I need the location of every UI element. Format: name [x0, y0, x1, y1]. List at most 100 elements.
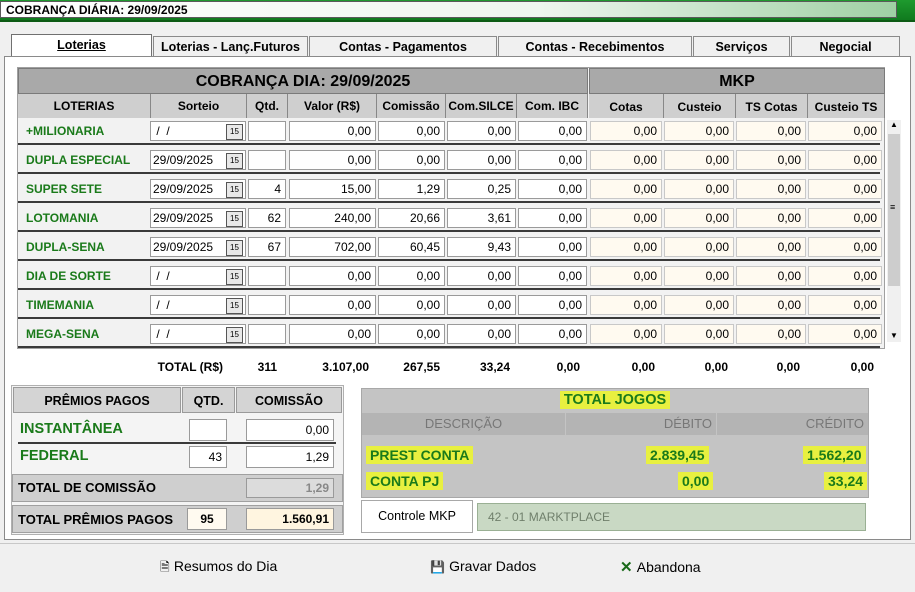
- grid-cell-valor[interactable]: 0,00: [289, 324, 376, 344]
- grid-cell-qtd[interactable]: [248, 121, 286, 141]
- mkp-cell-ts_cotas[interactable]: 0,00: [736, 324, 806, 344]
- sorteio-date-field[interactable]: 29/09/2025 15: [150, 237, 246, 257]
- sorteio-date-field[interactable]: 29/09/2025 15: [150, 150, 246, 170]
- controle-mkp-button[interactable]: Controle MKP: [361, 500, 473, 533]
- mkp-cell-custeio_ts[interactable]: 0,00: [808, 237, 882, 257]
- mkp-cell-custeio_ts[interactable]: 0,00: [808, 208, 882, 228]
- mkp-cell-cotas[interactable]: 0,00: [590, 121, 662, 141]
- tab-loterias-lanc-futuros[interactable]: Loterias - Lanç.Futuros: [153, 36, 308, 56]
- grid-cell-valor[interactable]: 0,00: [289, 150, 376, 170]
- tab-contas-pagamentos[interactable]: Contas - Pagamentos: [309, 36, 497, 56]
- marketplace-field[interactable]: 42 - 01 MARKTPLACE: [477, 503, 866, 531]
- mkp-cell-custeio_ts[interactable]: 0,00: [808, 324, 882, 344]
- grid-cell-valor[interactable]: 0,00: [289, 266, 376, 286]
- mkp-cell-cotas[interactable]: 0,00: [590, 324, 662, 344]
- grid-cell-ibc[interactable]: 0,00: [518, 208, 587, 228]
- grid-cell-qtd[interactable]: 67: [248, 237, 286, 257]
- grid-cell-comissao[interactable]: 0,00: [378, 121, 445, 141]
- grid-cell-valor[interactable]: 0,00: [289, 295, 376, 315]
- mkp-cell-custeio_ts[interactable]: 0,00: [808, 150, 882, 170]
- grid-cell-qtd[interactable]: [248, 295, 286, 315]
- mkp-cell-custeio_ts[interactable]: 0,00: [808, 179, 882, 199]
- sorteio-date-field[interactable]: / / 15: [150, 324, 246, 344]
- mkp-cell-custeio[interactable]: 0,00: [664, 324, 734, 344]
- tab-negocial[interactable]: Negocial: [791, 36, 900, 56]
- grid-cell-silce[interactable]: 0,00: [447, 121, 516, 141]
- instantanea-comissao[interactable]: 0,00: [246, 419, 334, 441]
- mkp-cell-cotas[interactable]: 0,00: [590, 179, 662, 199]
- mkp-cell-ts_cotas[interactable]: 0,00: [736, 150, 806, 170]
- grid-cell-comissao[interactable]: 60,45: [378, 237, 445, 257]
- mkp-cell-cotas[interactable]: 0,00: [590, 150, 662, 170]
- grid-cell-comissao[interactable]: 20,66: [378, 208, 445, 228]
- calendar-icon[interactable]: 15: [226, 182, 243, 198]
- grid-cell-silce[interactable]: 0,00: [447, 150, 516, 170]
- grid-cell-silce[interactable]: 9,43: [447, 237, 516, 257]
- grid-cell-valor[interactable]: 0,00: [289, 121, 376, 141]
- scroll-down-icon[interactable]: ▼: [890, 331, 898, 340]
- mkp-cell-custeio[interactable]: 0,00: [664, 295, 734, 315]
- calendar-icon[interactable]: 15: [226, 153, 243, 169]
- grid-cell-comissao[interactable]: 0,00: [378, 266, 445, 286]
- mkp-cell-custeio[interactable]: 0,00: [664, 121, 734, 141]
- grid-cell-valor[interactable]: 15,00: [289, 179, 376, 199]
- mkp-cell-ts_cotas[interactable]: 0,00: [736, 121, 806, 141]
- sorteio-date-field[interactable]: / / 15: [150, 121, 246, 141]
- grid-cell-silce[interactable]: 0,00: [447, 266, 516, 286]
- grid-cell-ibc[interactable]: 0,00: [518, 266, 587, 286]
- grid-cell-silce[interactable]: 0,00: [447, 295, 516, 315]
- calendar-icon[interactable]: 15: [226, 240, 243, 256]
- grid-cell-valor[interactable]: 240,00: [289, 208, 376, 228]
- tab-contas-recebimentos[interactable]: Contas - Recebimentos: [498, 36, 692, 56]
- tab-loterias[interactable]: Loterias: [11, 34, 152, 56]
- grid-cell-silce[interactable]: 0,00: [447, 324, 516, 344]
- grid-cell-qtd[interactable]: 4: [248, 179, 286, 199]
- sorteio-date-field[interactable]: / / 15: [150, 266, 246, 286]
- grid-cell-qtd[interactable]: [248, 324, 286, 344]
- grid-cell-comissao[interactable]: 1,29: [378, 179, 445, 199]
- sorteio-date-field[interactable]: / / 15: [150, 295, 246, 315]
- sorteio-date-field[interactable]: 29/09/2025 15: [150, 179, 246, 199]
- mkp-cell-custeio[interactable]: 0,00: [664, 150, 734, 170]
- grid-cell-ibc[interactable]: 0,00: [518, 150, 587, 170]
- gravar-button[interactable]: 💾 Gravar Dados: [430, 558, 536, 578]
- grid-cell-ibc[interactable]: 0,00: [518, 324, 587, 344]
- grid-cell-silce[interactable]: 0,25: [447, 179, 516, 199]
- mkp-cell-cotas[interactable]: 0,00: [590, 208, 662, 228]
- grid-cell-qtd[interactable]: [248, 266, 286, 286]
- sorteio-date-field[interactable]: 29/09/2025 15: [150, 208, 246, 228]
- grid-cell-ibc[interactable]: 0,00: [518, 295, 587, 315]
- grid-cell-qtd[interactable]: [248, 150, 286, 170]
- grid-cell-comissao[interactable]: 0,00: [378, 324, 445, 344]
- resumos-button[interactable]: 🗎 Resumos do Dia: [160, 558, 277, 578]
- mkp-cell-custeio_ts[interactable]: 0,00: [808, 266, 882, 286]
- grid-cell-ibc[interactable]: 0,00: [518, 237, 587, 257]
- mkp-cell-ts_cotas[interactable]: 0,00: [736, 295, 806, 315]
- grid-scrollbar[interactable]: ▲ ≡ ▼: [887, 120, 901, 342]
- grid-cell-ibc[interactable]: 0,00: [518, 121, 587, 141]
- calendar-icon[interactable]: 15: [226, 124, 243, 140]
- mkp-cell-custeio_ts[interactable]: 0,00: [808, 295, 882, 315]
- grid-cell-comissao[interactable]: 0,00: [378, 295, 445, 315]
- grid-cell-comissao[interactable]: 0,00: [378, 150, 445, 170]
- mkp-cell-ts_cotas[interactable]: 0,00: [736, 266, 806, 286]
- scroll-thumb[interactable]: ≡: [888, 134, 900, 286]
- mkp-cell-custeio[interactable]: 0,00: [664, 266, 734, 286]
- federal-qtd[interactable]: 43: [189, 446, 227, 468]
- scroll-up-icon[interactable]: ▲: [890, 120, 898, 129]
- mkp-cell-custeio[interactable]: 0,00: [664, 237, 734, 257]
- grid-cell-silce[interactable]: 3,61: [447, 208, 516, 228]
- calendar-icon[interactable]: 15: [226, 327, 243, 343]
- federal-comissao[interactable]: 1,29: [246, 446, 334, 468]
- mkp-cell-custeio[interactable]: 0,00: [664, 179, 734, 199]
- mkp-cell-cotas[interactable]: 0,00: [590, 295, 662, 315]
- grid-cell-qtd[interactable]: 62: [248, 208, 286, 228]
- tab-servicos[interactable]: Serviços: [693, 36, 790, 56]
- mkp-cell-ts_cotas[interactable]: 0,00: [736, 237, 806, 257]
- grid-cell-valor[interactable]: 702,00: [289, 237, 376, 257]
- mkp-cell-ts_cotas[interactable]: 0,00: [736, 179, 806, 199]
- mkp-cell-custeio[interactable]: 0,00: [664, 208, 734, 228]
- mkp-cell-cotas[interactable]: 0,00: [590, 237, 662, 257]
- calendar-icon[interactable]: 15: [226, 269, 243, 285]
- instantanea-qtd[interactable]: [189, 419, 227, 441]
